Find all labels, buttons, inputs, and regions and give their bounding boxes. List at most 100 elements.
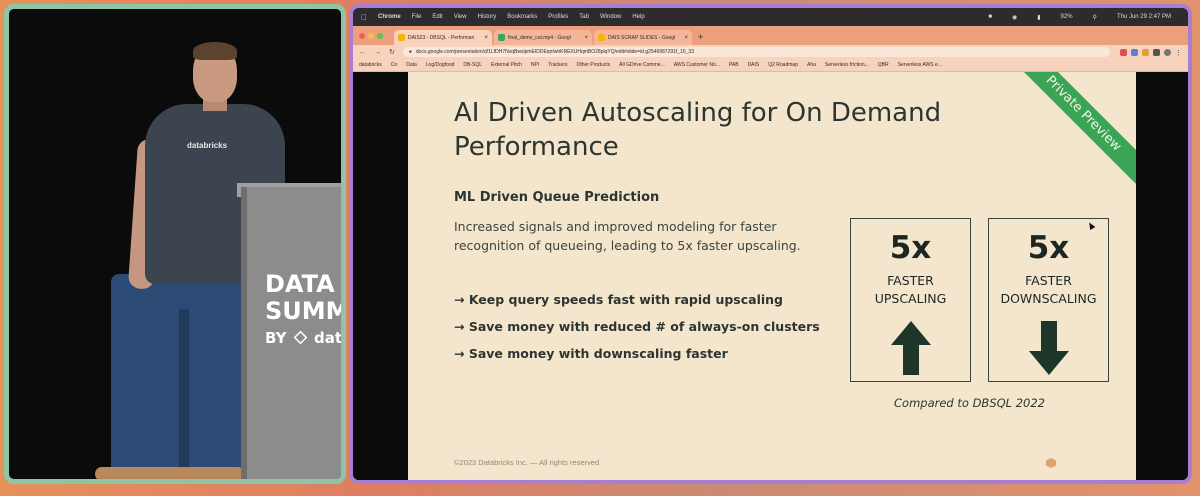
slides-icon	[398, 34, 405, 41]
extension-icon[interactable]	[1131, 48, 1138, 56]
bookmark-item[interactable]: DB-SQL	[463, 62, 482, 68]
drive-icon	[498, 34, 505, 41]
menu-profiles[interactable]: Profiles	[548, 14, 568, 20]
private-preview-ribbon: Private Preview	[1007, 72, 1136, 190]
bookmark-item[interactable]: AWS Customer No...	[674, 62, 720, 68]
speaker-shoes	[95, 467, 245, 479]
podium-by-line: BY datab	[265, 329, 342, 347]
stat-label: FASTER UPSCALING	[851, 272, 970, 308]
bookmark-item[interactable]: Data	[406, 62, 417, 68]
bookmark-item[interactable]: Serverless friction...	[825, 62, 869, 68]
clock[interactable]: Thu Jun 29 2:47 PM	[1117, 14, 1171, 20]
extensions-puzzle-icon[interactable]	[1153, 48, 1160, 56]
bookmark-item[interactable]: Trackers	[548, 62, 567, 68]
bookmark-item[interactable]: databricks	[359, 62, 382, 68]
menu-history[interactable]: History	[478, 14, 497, 20]
bullet-item: → Keep query speeds fast with rapid upsc…	[454, 292, 783, 307]
bookmark-item[interactable]: NPI	[531, 62, 539, 68]
menu-edit[interactable]: Edit	[432, 14, 442, 20]
slide: AI Driven Autoscaling for On Demand Perf…	[408, 72, 1136, 480]
extension-icon[interactable]	[1142, 48, 1149, 56]
presentation-viewport: AI Driven Autoscaling for On Demand Perf…	[353, 72, 1188, 480]
bullet-list: → Keep query speeds fast with rapid upsc…	[454, 286, 820, 367]
url-input[interactable]: ● docs.google.com/presentation/d/1LfDH7N…	[402, 47, 1110, 57]
bullet-item: → Save money with reduced # of always-on…	[454, 319, 820, 334]
stat-label-line: FASTER	[1025, 273, 1072, 288]
menu-help[interactable]: Help	[632, 14, 644, 20]
databricks-logo-icon	[1046, 455, 1056, 473]
bookmark-item[interactable]: Co	[391, 62, 397, 68]
podium-line-1: DATA	[265, 270, 335, 298]
extension-icons: ⋮	[1116, 48, 1182, 57]
profile-avatar-icon[interactable]	[1164, 48, 1171, 56]
minimize-window-icon[interactable]	[368, 32, 374, 39]
browser-tab-scrap-slides[interactable]: DAIS SCRAP SLIDES - Googl ×	[594, 30, 692, 45]
comparison-caption: Compared to DBSQL 2022	[894, 396, 1045, 410]
speaker-leg-gap	[179, 309, 189, 469]
stat-label: FASTER DOWNSCALING	[989, 272, 1108, 308]
new-tab-icon[interactable]: +	[698, 30, 703, 45]
battery-percent: 92%	[1060, 14, 1073, 20]
reload-icon[interactable]: ↻	[389, 48, 395, 56]
menu-view[interactable]: View	[454, 14, 467, 20]
browser-tab-dais23[interactable]: DAIS23 - DBSQL - Performan ×	[394, 30, 492, 45]
podium-brand: datab	[313, 329, 342, 347]
menu-tab[interactable]: Tab	[579, 14, 589, 20]
mac-menu-bar:  Chrome File Edit View History Bookmark…	[353, 8, 1188, 26]
bookmark-item[interactable]: External Pitch	[491, 62, 522, 68]
search-icon[interactable]: ⚲	[1093, 14, 1097, 21]
bookmark-item[interactable]: Log/Dogfood	[426, 62, 455, 68]
bookmark-item[interactable]: Aha	[807, 62, 816, 68]
podium-by: BY	[265, 329, 287, 347]
menu-file[interactable]: File	[412, 14, 422, 20]
stat-label-line: DOWNSCALING	[1000, 291, 1097, 306]
close-window-icon[interactable]	[359, 32, 365, 39]
slide-footer: ©2023 Databricks Inc. — All rights reser…	[454, 458, 600, 467]
wifi-icon[interactable]: ◉	[1012, 14, 1017, 21]
tab-close-icon[interactable]: ×	[484, 35, 488, 41]
podium-line-2: SUMM	[265, 297, 346, 325]
speaker-hair	[193, 42, 237, 60]
bullet-item: → Save money with downscaling faster	[454, 346, 728, 361]
maximize-window-icon[interactable]	[377, 32, 383, 39]
tab-close-icon[interactable]: ×	[684, 35, 688, 41]
browser-tab-final-demo[interactable]: final_demo_cut.mp4 - Googl ×	[494, 30, 592, 45]
bookmarks-bar: databricks Co Data Log/Dogfood DB-SQL Ex…	[353, 59, 1188, 72]
tab-title: DAIS SCRAP SLIDES - Googl	[608, 34, 676, 41]
more-menu-icon[interactable]: ⋮	[1175, 49, 1182, 57]
bookmark-item[interactable]: DAIS	[748, 62, 760, 68]
battery-icon[interactable]: ▮	[1037, 14, 1040, 21]
menu-window[interactable]: Window	[600, 14, 621, 20]
arrow-up-icon	[851, 321, 970, 375]
bookmark-item[interactable]: Q2 Roadmap	[768, 62, 798, 68]
address-bar: ← → ↻ ● docs.google.com/presentation/d/1…	[353, 45, 1188, 59]
stat-label-line: UPSCALING	[874, 291, 947, 306]
section-heading: ML Driven Queue Prediction	[454, 190, 660, 205]
url-text: docs.google.com/presentation/d/1LfDH7Nxq…	[415, 49, 694, 55]
forward-icon[interactable]: →	[374, 49, 381, 56]
bookmark-item[interactable]: Other Products	[577, 62, 611, 68]
stat-label-line: FASTER	[887, 273, 934, 288]
tab-close-icon[interactable]: ×	[584, 35, 588, 41]
stat-value: 5x	[889, 230, 932, 266]
browser-tab-strip: DAIS23 - DBSQL - Performan × final_demo_…	[353, 26, 1188, 45]
extension-icon[interactable]	[1120, 48, 1127, 56]
stat-box-downscaling: 5x FASTER DOWNSCALING	[988, 218, 1109, 382]
menu-app-name[interactable]: Chrome	[378, 14, 401, 20]
camera-icon[interactable]: ■	[988, 14, 992, 20]
stat-value: 5x	[1027, 230, 1070, 266]
bookmark-item[interactable]: QBR	[878, 62, 889, 68]
speaker-video-panel: databricks DATA SUMM BY datab	[4, 4, 346, 484]
back-icon[interactable]: ←	[359, 49, 366, 56]
podium-logo-icon	[293, 330, 308, 345]
menu-status-area: ■ ◉ ▮ 92% ⚲ Thu Jun 29 2:47 PM	[979, 8, 1182, 26]
apple-icon[interactable]: 	[361, 13, 367, 22]
screen-share-panel:  Chrome File Edit View History Bookmark…	[349, 4, 1192, 484]
bookmark-item[interactable]: PAB	[729, 62, 739, 68]
bookmark-item[interactable]: Serverless AWS e...	[898, 62, 942, 68]
tab-title: DAIS23 - DBSQL - Performan	[408, 34, 475, 41]
shirt-logo: databricks	[187, 141, 228, 150]
bookmark-item[interactable]: All GDrive Comme...	[619, 62, 665, 68]
menu-bookmarks[interactable]: Bookmarks	[507, 14, 537, 20]
slide-title: AI Driven Autoscaling for On Demand Perf…	[454, 98, 942, 162]
